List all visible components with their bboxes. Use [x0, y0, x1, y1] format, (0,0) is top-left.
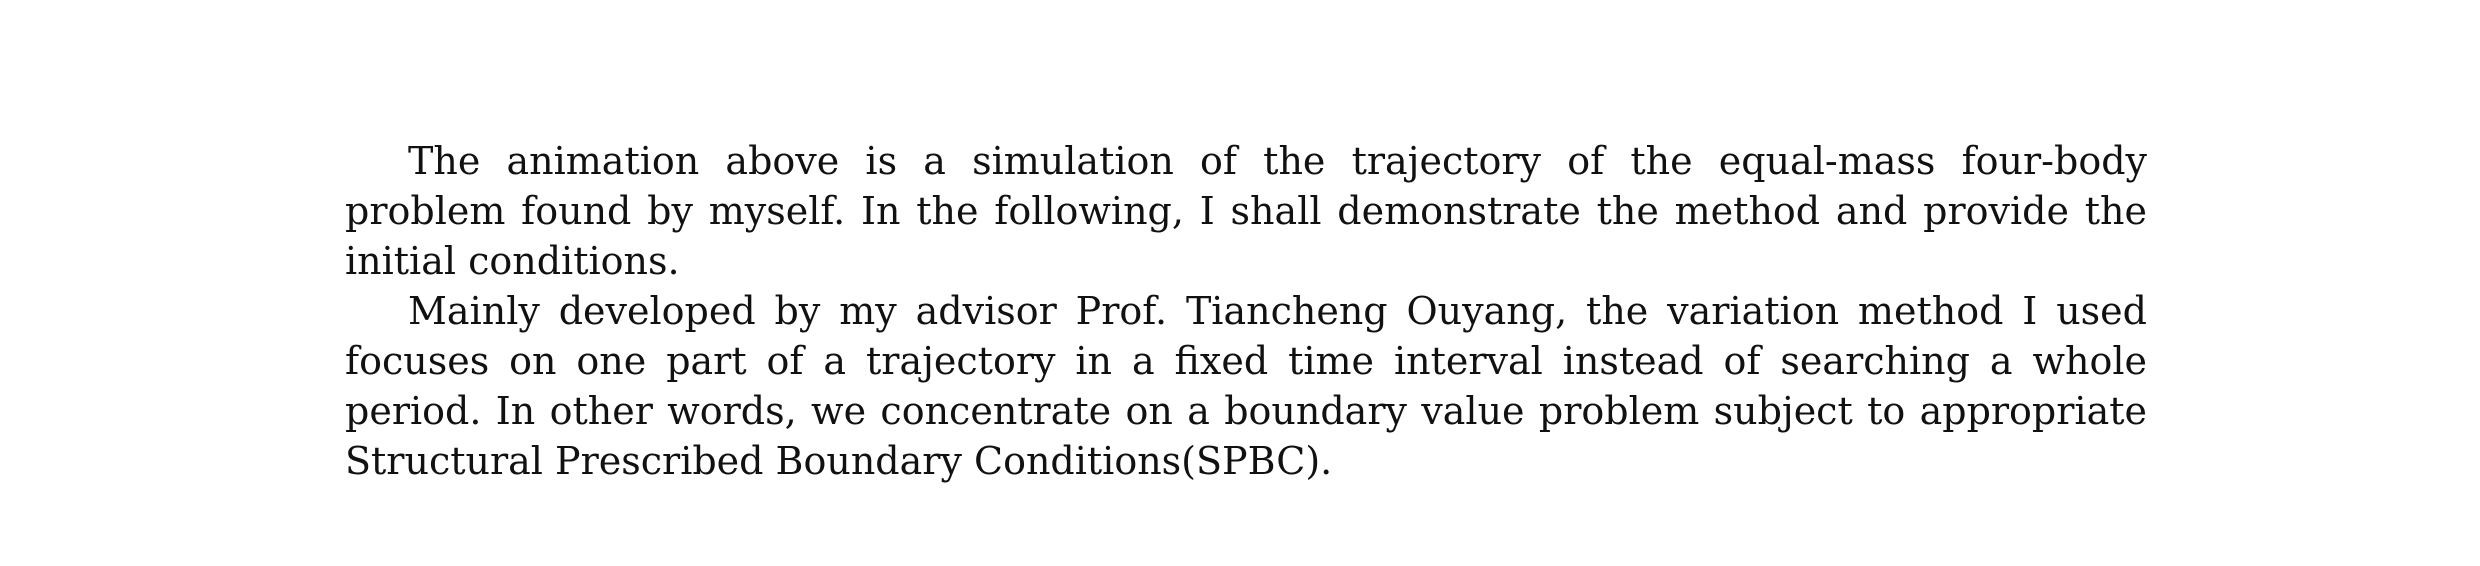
paragraph-intro: The animation above is a simulation of t…	[345, 139, 2147, 283]
document-page: The animation above is a simulation of t…	[0, 0, 2480, 566]
body-text: The animation above is a simulation of t…	[345, 136, 2147, 486]
paragraph-method: Mainly developed by my advisor Prof. Tia…	[345, 289, 2147, 483]
